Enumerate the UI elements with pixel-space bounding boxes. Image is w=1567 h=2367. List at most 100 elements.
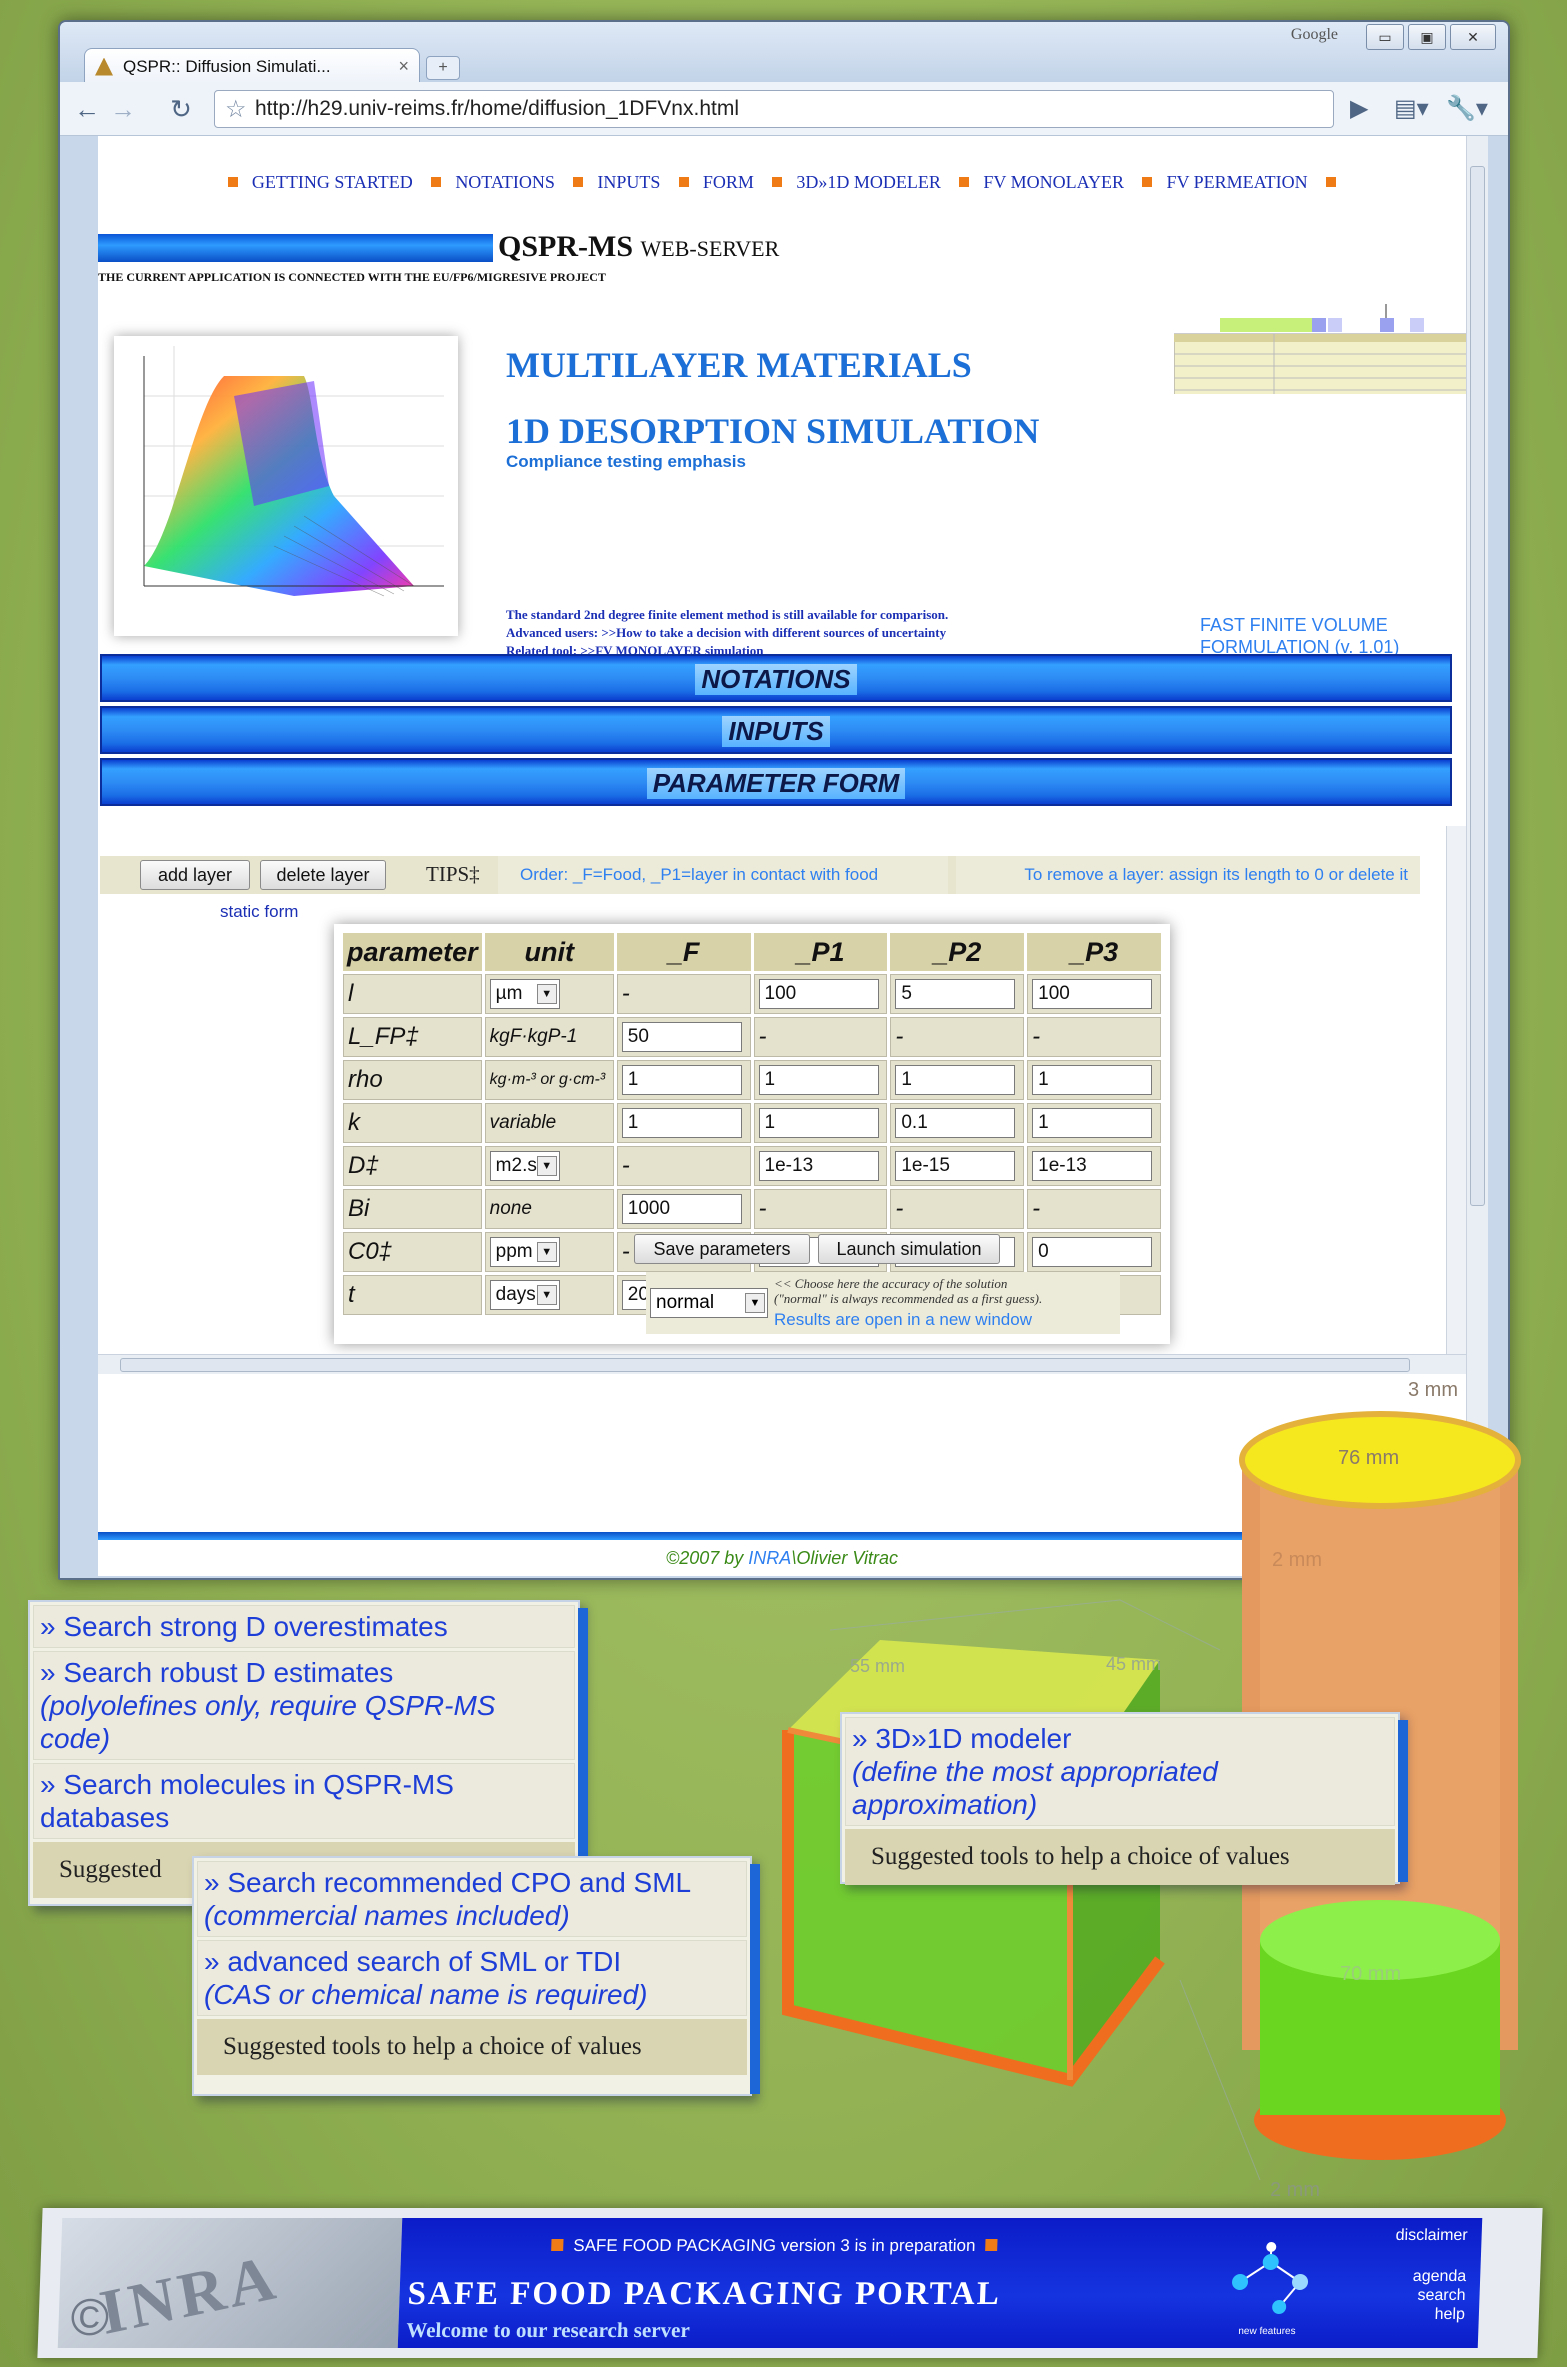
dim-2mm-a: 2 mm bbox=[1272, 1549, 1322, 1571]
preparation-note: SAFE FOOD PACKAGING version 3 is in prep… bbox=[551, 2236, 998, 2256]
help-link[interactable]: help bbox=[1393, 2305, 1466, 2324]
unit-label: kg·m-³ or g·cm-³ bbox=[484, 1060, 614, 1100]
add-layer-button[interactable]: add layer bbox=[140, 860, 250, 890]
empty-cell: - bbox=[753, 1189, 888, 1229]
browser-tab[interactable]: QSPR:: Diffusion Simulati... × bbox=[84, 48, 420, 84]
top-menu: GETTING STARTED NOTATIONS INPUTS FORM 3D… bbox=[98, 172, 1466, 193]
value-cell: 1 bbox=[890, 1060, 1025, 1100]
value-input[interactable]: 50 bbox=[621, 1022, 742, 1052]
menu-notations[interactable]: NOTATIONS bbox=[455, 172, 555, 192]
dim-55mm: 55 mm bbox=[850, 1656, 905, 1676]
menu-3d1d-modeler[interactable]: 3D»1D MODELER bbox=[796, 172, 941, 192]
value-input[interactable]: 1e-13 bbox=[1032, 1151, 1153, 1181]
value-input[interactable]: 0 bbox=[1032, 1237, 1153, 1267]
uncertainty-link[interactable]: >>How to take a decision with different … bbox=[601, 625, 946, 640]
accuracy-panel: normal ▼ << Choose here the accuracy of t… bbox=[646, 1272, 1120, 1334]
go-icon[interactable]: ▶ bbox=[1350, 92, 1368, 126]
accuracy-select[interactable]: normal ▼ bbox=[650, 1288, 768, 1318]
form-scrollbar[interactable] bbox=[1446, 826, 1466, 1354]
column-header: _P3 bbox=[1027, 933, 1161, 971]
empty-cell: - bbox=[890, 1189, 1025, 1229]
tips-label[interactable]: TIPS‡ bbox=[426, 862, 480, 887]
empty-cell: - bbox=[1027, 1017, 1161, 1057]
minimize-button[interactable]: ▭ bbox=[1366, 24, 1404, 50]
safe-food-packaging-banner: INRA © SAFE FOOD PACKAGING version 3 is … bbox=[37, 2208, 1543, 2358]
menu-fv-monolayer[interactable]: FV MONOLAYER bbox=[983, 172, 1124, 192]
link-search-cpo-sml[interactable]: » Search recommended CPO and SML (commer… bbox=[197, 1861, 747, 1937]
value-input[interactable]: 100 bbox=[1032, 979, 1153, 1009]
value-input[interactable]: 100 bbox=[758, 979, 879, 1009]
value-input[interactable]: 1 bbox=[1032, 1065, 1153, 1095]
link-strong-d-overestimates[interactable]: » Search strong D overestimates bbox=[33, 1605, 575, 1648]
link-robust-d-estimates[interactable]: » Search robust D estimates (polyolefine… bbox=[33, 1651, 575, 1760]
dim-45mm: 45 mm bbox=[1106, 1654, 1161, 1674]
value-cell: 100 bbox=[753, 974, 888, 1014]
static-form-link[interactable]: static form bbox=[220, 902, 298, 922]
new-tab-button[interactable]: + bbox=[426, 56, 460, 80]
table-row: l µm ▼ -100 5 100 bbox=[343, 974, 1161, 1014]
value-input[interactable]: 0.1 bbox=[895, 1108, 1016, 1138]
menu-inputs[interactable]: INPUTS bbox=[597, 172, 660, 192]
unit-select[interactable]: days ▼ bbox=[489, 1280, 560, 1310]
value-cell: 1 bbox=[1027, 1060, 1161, 1100]
browser-toolbar: ← → ↻ ☆ http://h29.univ-reims.fr/home/di… bbox=[60, 82, 1508, 136]
value-input[interactable]: 5 bbox=[895, 979, 1016, 1009]
delete-layer-button[interactable]: delete layer bbox=[260, 860, 386, 890]
link-3d1d-modeler[interactable]: » 3D»1D modeler (define the most appropr… bbox=[845, 1717, 1395, 1826]
chevron-down-icon: ▼ bbox=[536, 1285, 557, 1305]
value-input[interactable]: 1 bbox=[621, 1108, 742, 1138]
value-cell: 5 bbox=[890, 974, 1025, 1014]
launch-simulation-button[interactable]: Launch simulation bbox=[818, 1234, 1000, 1264]
chevron-down-icon: ▼ bbox=[536, 984, 557, 1004]
value-input[interactable]: 1 bbox=[895, 1065, 1016, 1095]
back-button[interactable]: ← bbox=[70, 92, 104, 126]
value-input[interactable]: 1 bbox=[1032, 1108, 1153, 1138]
table-header-row: parameter unit _F _P1 _P2 _P3 bbox=[343, 933, 1161, 971]
search-link[interactable]: search bbox=[1393, 2286, 1466, 2305]
value-input[interactable]: 1e-13 bbox=[758, 1151, 879, 1181]
value-input[interactable]: 1000 bbox=[621, 1194, 742, 1224]
section-inputs[interactable]: INPUTS bbox=[100, 706, 1452, 754]
bookmark-star-icon[interactable]: ☆ bbox=[225, 95, 247, 124]
section-parameter-form[interactable]: PARAMETER FORM bbox=[100, 758, 1452, 806]
value-input[interactable]: 1 bbox=[758, 1065, 879, 1095]
maximize-button[interactable]: ▣ bbox=[1408, 24, 1446, 50]
unit-select[interactable]: µm ▼ bbox=[489, 979, 560, 1009]
forward-button[interactable]: → bbox=[106, 92, 140, 126]
ffv-formulation-note: FAST FINITE VOLUME FORMULATION (v. 1.01) bbox=[1200, 615, 1400, 657]
parameter-name: C0‡ bbox=[343, 1232, 482, 1272]
value-cell: 1 bbox=[616, 1060, 751, 1100]
menu-fv-permeation[interactable]: FV PERMEATION bbox=[1166, 172, 1307, 192]
project-note: THE CURRENT APPLICATION IS CONNECTED WIT… bbox=[98, 270, 606, 284]
parameter-name: l bbox=[343, 974, 482, 1014]
close-tab-icon[interactable]: × bbox=[398, 56, 409, 77]
menu-getting-started[interactable]: GETTING STARTED bbox=[252, 172, 413, 192]
close-window-button[interactable]: ✕ bbox=[1450, 24, 1496, 50]
menu-form[interactable]: FORM bbox=[703, 172, 754, 192]
unit-select[interactable]: m2.s-1 ▼ bbox=[489, 1151, 560, 1181]
parameter-name: L_FP‡ bbox=[343, 1017, 482, 1057]
table-row: D‡ m2.s-1 ▼ -1e-13 1e-15 1e-13 bbox=[343, 1146, 1161, 1186]
empty-cell: - bbox=[1027, 1189, 1161, 1229]
panel-3d1d-modeler: » 3D»1D modeler (define the most appropr… bbox=[840, 1712, 1408, 1885]
link-search-molecules[interactable]: » Search molecules in QSPR-MS databases bbox=[33, 1763, 575, 1839]
save-parameters-button[interactable]: Save parameters bbox=[634, 1234, 810, 1264]
value-input[interactable]: 1e-15 bbox=[895, 1151, 1016, 1181]
address-bar[interactable]: ☆ http://h29.univ-reims.fr/home/diffusio… bbox=[214, 90, 1334, 128]
value-cell: 1e-13 bbox=[753, 1146, 888, 1186]
link-advanced-sml-tdi[interactable]: » advanced search of SML or TDI (CAS or … bbox=[197, 1940, 747, 2016]
reload-button[interactable]: ↻ bbox=[164, 92, 198, 126]
page-menu-icon[interactable]: ▤▾ bbox=[1394, 92, 1429, 126]
wrench-icon[interactable]: 🔧▾ bbox=[1446, 92, 1488, 126]
dim-3mm: 3 mm bbox=[1408, 1379, 1458, 1401]
value-input[interactable]: 1 bbox=[758, 1108, 879, 1138]
molecule-icon[interactable] bbox=[1219, 2242, 1332, 2322]
disclaimer-link[interactable]: disclaimer bbox=[1395, 2226, 1468, 2245]
agenda-link[interactable]: agenda bbox=[1394, 2267, 1467, 2286]
value-input[interactable]: 1 bbox=[621, 1065, 742, 1095]
new-features-link[interactable]: new features bbox=[1238, 2326, 1296, 2337]
table-row: k variable 1 1 0.1 1 bbox=[343, 1103, 1161, 1143]
site-title: QSPR-MS WEB-SERVER bbox=[498, 230, 780, 263]
unit-select[interactable]: ppm ▼ bbox=[489, 1237, 560, 1267]
section-notations[interactable]: NOTATIONS bbox=[100, 654, 1452, 702]
